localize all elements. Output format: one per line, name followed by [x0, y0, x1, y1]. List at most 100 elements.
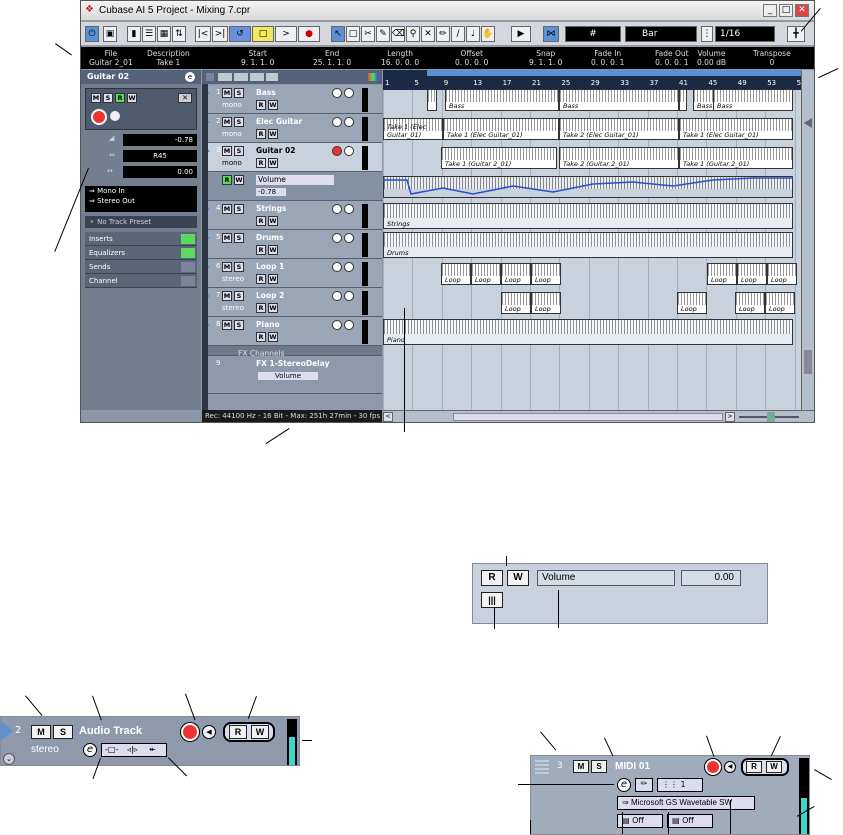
inspector-section-channel[interactable]: Channel [85, 274, 197, 288]
midi-mute-button[interactable]: M [573, 760, 589, 773]
track-row-6[interactable]: 6 Loop 1 stereo M S R W [202, 259, 382, 288]
track-monitor-icon[interactable] [344, 320, 354, 330]
audio-monitor-icon[interactable]: ◀ [202, 725, 216, 739]
strings-event[interactable]: Strings [383, 203, 793, 229]
track-solo-button[interactable]: S [234, 117, 244, 127]
inspector-section-equalizers[interactable]: Equalizers [85, 246, 197, 260]
inspector-record-enable-button[interactable] [91, 109, 107, 125]
take-event[interactable]: Take 1 (Elec Guitar_01) [443, 118, 559, 140]
bass-event[interactable]: Bass [693, 89, 715, 111]
take-event[interactable]: Take 2 (Elec Guitar_01) [559, 118, 679, 140]
split-tool-icon[interactable]: ✂ [361, 26, 375, 42]
horizontal-scroll-thumb[interactable] [453, 413, 723, 421]
track-mute-button[interactable]: M [222, 262, 232, 272]
vertical-scrollbar[interactable] [801, 70, 814, 410]
track-mute-button[interactable]: M [222, 320, 232, 330]
inspector-mute-button[interactable]: M [91, 93, 101, 103]
midi-edit-channel-icon[interactable]: e [617, 778, 631, 792]
object-selection-tool-icon[interactable]: ↖ [331, 26, 345, 42]
midi-edit-instrument-icon[interactable]: ✏ [635, 778, 653, 792]
take-event[interactable]: Take 1 (Elec Guitar_01) [383, 118, 443, 140]
ruler[interactable]: 159131721252933374145495357 [383, 70, 806, 90]
track-read-button[interactable]: R [256, 245, 266, 255]
audio-inserts-bypass-icon[interactable]: -□- [105, 745, 118, 754]
info-start[interactable]: Start 9. 1. 1. 0 [241, 49, 274, 67]
loop-event[interactable]: Loop [531, 292, 561, 314]
track-record-enable-button[interactable] [332, 88, 342, 98]
track-sub[interactable]: -0.78 [256, 188, 286, 196]
track-mute-button[interactable]: M [222, 88, 232, 98]
track-write-button[interactable]: W [268, 274, 278, 284]
volume-automation-curve[interactable] [383, 172, 793, 201]
inspector-monitor-icon[interactable] [110, 111, 120, 121]
loop-event[interactable]: Loop [531, 263, 561, 285]
track-row-1[interactable]: 1 Bass mono M S R W [202, 85, 382, 114]
track-row-9[interactable]: 9 FX 1-StereoDelay Volume [202, 356, 382, 394]
range-tool-icon[interactable]: □ [346, 26, 360, 42]
inspector-bypass-icon[interactable]: ✕ [178, 93, 192, 103]
midi-solo-button[interactable]: S [591, 760, 607, 773]
loop-event[interactable]: Loop [501, 263, 531, 285]
zoom-tool-icon[interactable]: ⚲ [406, 26, 420, 42]
track-solo-button[interactable]: S [234, 320, 244, 330]
automation-write-button[interactable]: W [507, 570, 529, 586]
scroll-tool-icon[interactable]: ✋ [481, 26, 495, 42]
output-routing[interactable]: ⇒ Stereo Out [85, 196, 197, 206]
track-monitor-icon[interactable] [344, 117, 354, 127]
audio-sends-bypass-icon[interactable]: ↞ [149, 745, 156, 754]
track-write-button[interactable]: W [268, 129, 278, 139]
track-name[interactable]: Loop 2 [256, 291, 284, 300]
track-name[interactable]: Drums [256, 233, 284, 242]
section-bypass-icon[interactable] [181, 248, 195, 258]
automation-read-button[interactable]: R [222, 175, 232, 185]
loop-event[interactable]: Loop [737, 263, 767, 285]
audio-write-button[interactable]: W [251, 725, 269, 739]
input-routing[interactable]: ⇒ Mono In [85, 186, 197, 196]
track-write-button[interactable]: W [268, 216, 278, 226]
track-read-button[interactable]: R [256, 100, 266, 110]
snap-type-select[interactable]: # [565, 26, 621, 42]
loop-event[interactable]: Loop [441, 263, 471, 285]
automation-parameter-field[interactable]: Volume [537, 570, 675, 586]
minimize-button[interactable]: _ [763, 4, 777, 17]
loop-event[interactable]: Loop [765, 292, 795, 314]
track-read-button[interactable]: R [256, 129, 266, 139]
overview-toggle-button[interactable]: ▦ [157, 26, 171, 42]
info-end[interactable]: End 25. 1. 1. 0 [313, 49, 351, 67]
track-name[interactable]: Loop 1 [256, 262, 284, 271]
erase-tool-icon[interactable]: ⌫ [391, 26, 405, 42]
audio-eq-bypass-icon[interactable]: ◃|▹ [127, 745, 138, 754]
constrain-delay-button[interactable]: ▣ [103, 26, 117, 42]
track-write-button[interactable]: W [268, 100, 278, 110]
track-mute-button[interactable]: M [222, 146, 232, 156]
track-write-button[interactable]: W [268, 332, 278, 342]
track-write-button[interactable]: W [268, 158, 278, 168]
piano-event[interactable]: Piano [383, 319, 793, 345]
bass-event-short[interactable] [679, 89, 687, 111]
midi-read-button[interactable]: R [746, 761, 762, 773]
track-sub[interactable]: Volume [258, 372, 318, 380]
quantize-select[interactable]: 1/16 [715, 26, 775, 42]
inspector-section-sends[interactable]: Sends [85, 260, 197, 274]
midi-write-button[interactable]: W [766, 761, 782, 773]
info-length[interactable]: Length 16. 0. 0. 0 [381, 49, 419, 67]
bass-event[interactable]: Bass [559, 89, 679, 111]
track-name[interactable]: FX 1-StereoDelay [256, 359, 329, 368]
track-colors-icon[interactable] [368, 73, 378, 81]
play-button[interactable]: > [275, 26, 297, 42]
maximize-button[interactable]: □ [779, 4, 793, 17]
track-monitor-icon[interactable] [344, 291, 354, 301]
info-fade-in[interactable]: Fade In 0. 0. 0. 1 [591, 49, 624, 67]
info-volume[interactable]: Volume 0.00 dB [697, 49, 726, 67]
scroll-left-arrow-icon[interactable] [804, 118, 812, 128]
automation-write-button[interactable]: W [234, 175, 244, 185]
mixer-toggle-button[interactable]: ⇅ [172, 26, 186, 42]
go-to-end-icon[interactable]: >| [212, 26, 228, 42]
cycle-button[interactable]: ↺ [229, 26, 251, 42]
info-offset[interactable]: Offset 0. 0. 0. 0 [455, 49, 488, 67]
drums-event[interactable]: Drums [383, 232, 793, 258]
track-record-enable-button[interactable] [332, 204, 342, 214]
track-row-3[interactable]: 3 Guitar 02 mono M S R W [202, 143, 382, 172]
track-solo-button[interactable]: S [234, 262, 244, 272]
track-name[interactable]: Bass [256, 88, 276, 97]
